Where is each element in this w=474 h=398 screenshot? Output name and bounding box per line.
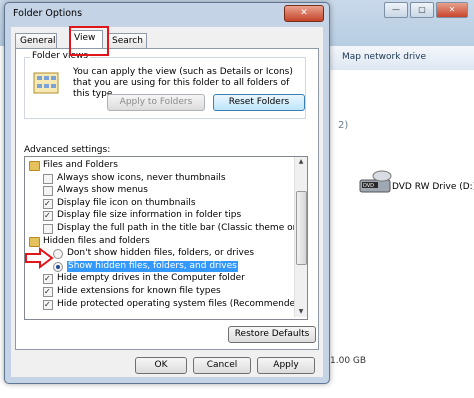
maximize-button[interactable]: ▢ xyxy=(410,2,434,18)
scroll-thumb[interactable] xyxy=(296,191,307,265)
checkbox[interactable] xyxy=(43,186,53,197)
view-tab-panel: Folder views You can apply the view (suc… xyxy=(15,48,319,350)
apply-to-folders-button[interactable]: Apply to Folders xyxy=(107,94,205,111)
tree-item-label: Display file size information in folder … xyxy=(57,210,242,221)
minimize-button[interactable]: — xyxy=(384,2,408,18)
section-marker: 2) xyxy=(338,120,349,131)
tree-item-label: Hidden files and folders xyxy=(43,235,150,246)
annotation-highlight-box xyxy=(69,26,109,56)
checkbox[interactable] xyxy=(43,210,53,222)
cancel-button[interactable]: Cancel xyxy=(193,357,251,374)
tree-item-label: Always show icons, never thumbnails xyxy=(57,172,226,183)
close-window-button[interactable]: ✕ xyxy=(436,2,468,18)
checkbox[interactable] xyxy=(43,286,53,297)
checkbox[interactable] xyxy=(43,224,53,234)
tree-item-label: Display the full path in the title bar (… xyxy=(57,223,308,233)
dvd-drive-icon[interactable]: DVD xyxy=(358,168,392,196)
scroll-down-arrow-icon[interactable]: ▼ xyxy=(295,307,307,317)
annotation-arrow-icon xyxy=(25,247,54,269)
tree-item-label: Display file icon on thumbnails xyxy=(57,197,196,208)
radio-button[interactable] xyxy=(53,261,63,272)
tree-item-label: Don't show hidden files, folders, or dri… xyxy=(67,248,255,259)
checkbox[interactable] xyxy=(43,299,53,310)
restore-defaults-button[interactable]: Restore Defaults xyxy=(228,326,316,343)
folder-views-group: Folder views You can apply the view (suc… xyxy=(24,51,306,119)
reset-folders-button[interactable]: Reset Folders xyxy=(213,94,305,111)
checkbox[interactable] xyxy=(43,173,53,184)
map-network-drive-button[interactable]: Map network drive xyxy=(342,52,426,62)
scroll-up-arrow-icon[interactable]: ▲ xyxy=(295,157,307,167)
tree-item-label: Show hidden files, folders, and drives xyxy=(67,260,238,272)
radio-button[interactable] xyxy=(53,249,63,260)
ok-button[interactable]: OK xyxy=(135,357,187,374)
apply-button[interactable]: Apply xyxy=(257,357,315,374)
tab-general[interactable]: General xyxy=(15,33,57,48)
dvd-drive-label[interactable]: DVD RW Drive (D:) xyxy=(392,182,474,192)
tree-item-label: Files and Folders xyxy=(43,160,118,170)
folder-icon xyxy=(29,236,40,247)
svg-text:DVD: DVD xyxy=(363,183,374,189)
drive-size-text: 1.00 GB xyxy=(330,356,367,366)
tree-scrollbar[interactable]: ▲ ▼ xyxy=(294,157,307,317)
tree-item-label: Hide extensions for known file types xyxy=(57,286,221,296)
explorer-content: 2) DVD DVD RW Drive (D:) xyxy=(330,70,474,398)
checkbox[interactable] xyxy=(43,273,53,285)
window-controls: — ▢ ✕ xyxy=(384,2,468,18)
folder-icon xyxy=(29,161,40,171)
folder-views-icon xyxy=(33,72,59,94)
folder-options-dialog: Folder Options ✕ General View Search Fol… xyxy=(4,2,330,384)
dialog-close-button[interactable]: ✕ xyxy=(284,5,324,22)
tree-item-label: Always show menus xyxy=(57,185,148,196)
checkbox[interactable] xyxy=(43,198,53,209)
advanced-settings-label: Advanced settings: xyxy=(24,145,111,155)
dialog-body: General View Search Folder views You can… xyxy=(11,26,323,377)
tree-item-label: Hide empty drives in the Computer folder xyxy=(57,273,245,284)
explorer-toolbar: Map network drive xyxy=(330,46,474,71)
dialog-title: Folder Options xyxy=(13,8,83,19)
tab-search[interactable]: Search xyxy=(107,33,147,48)
advanced-settings-tree[interactable]: Files and Folders Always show icons, neve… xyxy=(24,156,308,320)
tree-item-label: Hide protected operating system files (R… xyxy=(57,298,305,309)
